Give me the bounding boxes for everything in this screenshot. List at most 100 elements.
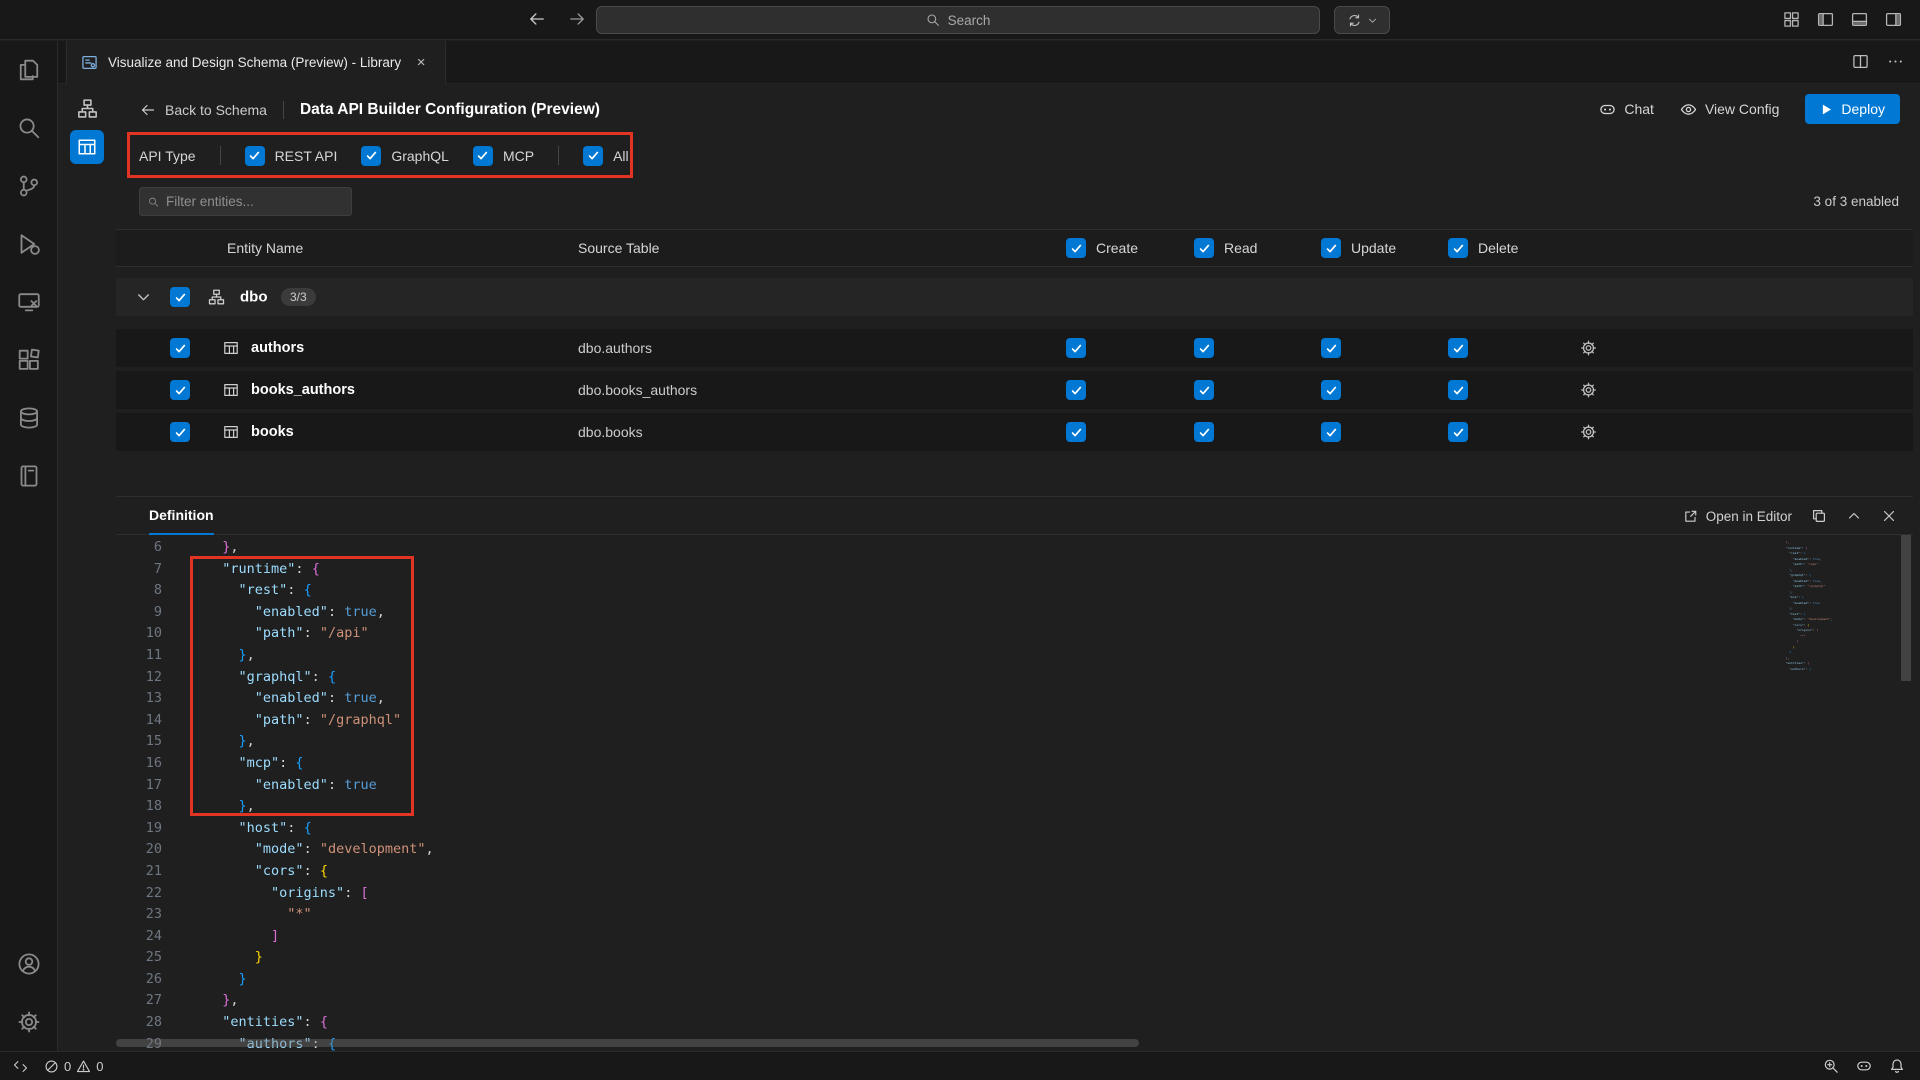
line-number: 9 xyxy=(116,602,162,624)
git-branch-icon xyxy=(17,174,41,198)
group-select-checkbox[interactable] xyxy=(170,287,190,307)
sidebar-item-sql-projects[interactable] xyxy=(0,447,57,505)
forward-arrow-icon[interactable] xyxy=(568,10,586,28)
operation-checkbox[interactable] xyxy=(1194,422,1214,442)
scrollbar-thumb[interactable] xyxy=(116,1039,1139,1047)
definition-code-editor[interactable]: 6 },7 "runtime": {8 "rest": {9 "enabled"… xyxy=(116,535,1913,1051)
chat-button[interactable]: Chat xyxy=(1599,101,1654,118)
api-option-rest-api[interactable]: REST API xyxy=(245,146,338,166)
operation-checkbox[interactable] xyxy=(1066,338,1086,358)
tab-definition[interactable]: Definition xyxy=(149,497,214,535)
tab-visualize-design-schema[interactable]: Visualize and Design Schema (Preview) - … xyxy=(66,41,446,84)
sidebar-item-remote-explorer[interactable] xyxy=(0,273,57,331)
column-header-label: Delete xyxy=(1478,240,1518,256)
sidebar-item-account[interactable] xyxy=(0,935,57,993)
schema-diagram-view-button[interactable] xyxy=(73,94,101,122)
line-number: 21 xyxy=(116,861,162,883)
row-settings-gear-icon[interactable] xyxy=(1580,424,1597,441)
zoom-icon[interactable] xyxy=(1823,1058,1839,1074)
dab-config-view-button[interactable] xyxy=(70,130,104,164)
operation-checkbox[interactable] xyxy=(1194,380,1214,400)
bell-icon[interactable] xyxy=(1889,1058,1905,1074)
eye-icon xyxy=(1680,101,1697,118)
operation-checkbox[interactable] xyxy=(1321,380,1341,400)
row-settings-gear-icon[interactable] xyxy=(1580,382,1597,399)
extensions-icon xyxy=(17,348,41,372)
sidebar-item-search[interactable] xyxy=(0,99,57,157)
sidebar-item-extensions[interactable] xyxy=(0,331,57,389)
sidebar-item-database[interactable] xyxy=(0,389,57,447)
code-line: 23 "*" xyxy=(116,904,1783,926)
row-settings-gear-icon[interactable] xyxy=(1580,340,1597,357)
sidebar-item-explorer[interactable] xyxy=(0,41,57,99)
api-option-graphql[interactable]: GraphQL xyxy=(361,146,449,166)
api-option-checkbox[interactable] xyxy=(473,146,493,166)
schema-group-row-dbo[interactable]: dbo 3/3 xyxy=(116,278,1913,316)
code-line: 22 "origins": [ xyxy=(116,883,1783,905)
copilot-icon[interactable] xyxy=(1856,1058,1872,1074)
run-layout-dropdown-button[interactable] xyxy=(1334,6,1390,34)
code-line: 28 "entities": { xyxy=(116,1012,1783,1034)
problems-button[interactable]: 0 0 xyxy=(44,1059,103,1074)
chevron-up-icon[interactable] xyxy=(1846,508,1862,524)
remote-icon xyxy=(13,1059,28,1074)
operation-checkbox[interactable] xyxy=(1066,380,1086,400)
api-option-checkbox[interactable] xyxy=(245,146,265,166)
error-icon xyxy=(44,1059,59,1074)
deploy-button[interactable]: Deploy xyxy=(1805,94,1900,124)
open-in-editor-button[interactable]: Open in Editor xyxy=(1683,509,1792,524)
back-arrow-icon[interactable] xyxy=(528,10,546,28)
search-icon xyxy=(148,195,159,209)
toggle-panel-icon[interactable] xyxy=(1851,11,1868,28)
hierarchy-icon xyxy=(77,98,98,119)
entity-name: books_authors xyxy=(251,382,355,398)
operation-checkbox[interactable] xyxy=(1448,380,1468,400)
split-editor-icon[interactable] xyxy=(1852,53,1869,70)
toggle-sidebar-icon[interactable] xyxy=(1817,11,1834,28)
row-select-checkbox[interactable] xyxy=(170,338,190,358)
sidebar-item-source-control[interactable] xyxy=(0,157,57,215)
vscode-window: Search xyxy=(0,0,1920,1080)
search-command-center[interactable]: Search xyxy=(596,6,1320,34)
scrollbar-thumb[interactable] xyxy=(1901,535,1911,681)
operation-checkbox[interactable] xyxy=(1321,422,1341,442)
entity-row-books_authors[interactable]: books_authorsdbo.books_authors xyxy=(116,371,1913,409)
operation-checkbox[interactable] xyxy=(1321,338,1341,358)
api-option-checkbox[interactable] xyxy=(361,146,381,166)
copy-icon[interactable] xyxy=(1811,508,1827,524)
activity-bar xyxy=(0,41,58,1051)
horizontal-scrollbar[interactable] xyxy=(116,1039,1783,1047)
more-actions-icon[interactable] xyxy=(1887,53,1904,70)
status-bar: 0 0 xyxy=(0,1051,1920,1080)
create-select-all-checkbox[interactable] xyxy=(1066,238,1086,258)
close-panel-icon[interactable] xyxy=(1881,508,1897,524)
remote-indicator-button[interactable] xyxy=(13,1059,28,1074)
api-option-checkbox[interactable] xyxy=(583,146,603,166)
entity-table-header: Entity Name Source Table CreateReadUpdat… xyxy=(116,229,1913,267)
entity-row-authors[interactable]: authorsdbo.authors xyxy=(116,329,1913,367)
back-to-schema-button[interactable]: Back to Schema xyxy=(140,102,267,118)
chevron-down-icon[interactable] xyxy=(135,289,152,306)
delete-select-all-checkbox[interactable] xyxy=(1448,238,1468,258)
view-config-button[interactable]: View Config xyxy=(1680,101,1779,118)
sidebar-item-run-debug[interactable] xyxy=(0,215,57,273)
minimap[interactable]: }, "runtime": { "rest": { "enabled": tru… xyxy=(1782,540,1892,672)
entity-row-books[interactable]: booksdbo.books xyxy=(116,413,1913,451)
line-number: 6 xyxy=(116,537,162,559)
customize-layout-icon[interactable] xyxy=(1783,11,1800,28)
row-select-checkbox[interactable] xyxy=(170,422,190,442)
sidebar-item-settings[interactable] xyxy=(0,993,57,1051)
operation-checkbox[interactable] xyxy=(1194,338,1214,358)
toggle-secondary-sidebar-icon[interactable] xyxy=(1885,11,1902,28)
api-option-all[interactable]: All xyxy=(583,146,629,166)
read-select-all-checkbox[interactable] xyxy=(1194,238,1214,258)
close-icon[interactable]: × xyxy=(411,53,431,73)
vertical-scrollbar[interactable] xyxy=(1899,535,1913,1051)
operation-checkbox[interactable] xyxy=(1448,422,1468,442)
row-select-checkbox[interactable] xyxy=(170,380,190,400)
operation-checkbox[interactable] xyxy=(1448,338,1468,358)
filter-entities-input[interactable] xyxy=(166,194,343,209)
update-select-all-checkbox[interactable] xyxy=(1321,238,1341,258)
operation-checkbox[interactable] xyxy=(1066,422,1086,442)
api-option-mcp[interactable]: MCP xyxy=(473,146,534,166)
